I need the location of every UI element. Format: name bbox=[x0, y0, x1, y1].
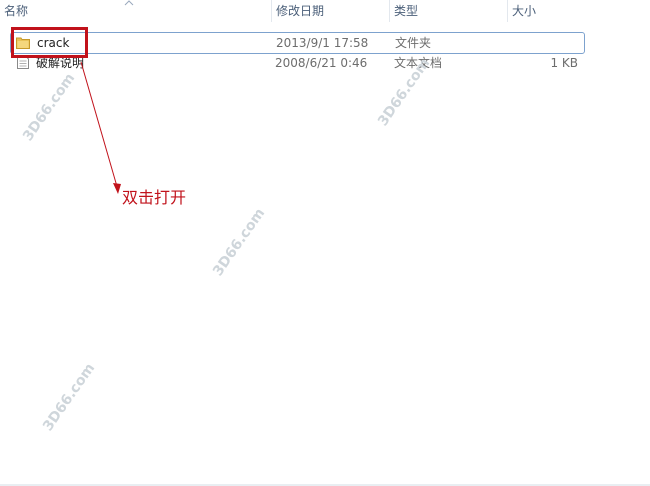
annotation-label: 双击打开 bbox=[122, 188, 187, 207]
annotation-arrow-icon bbox=[80, 61, 121, 194]
